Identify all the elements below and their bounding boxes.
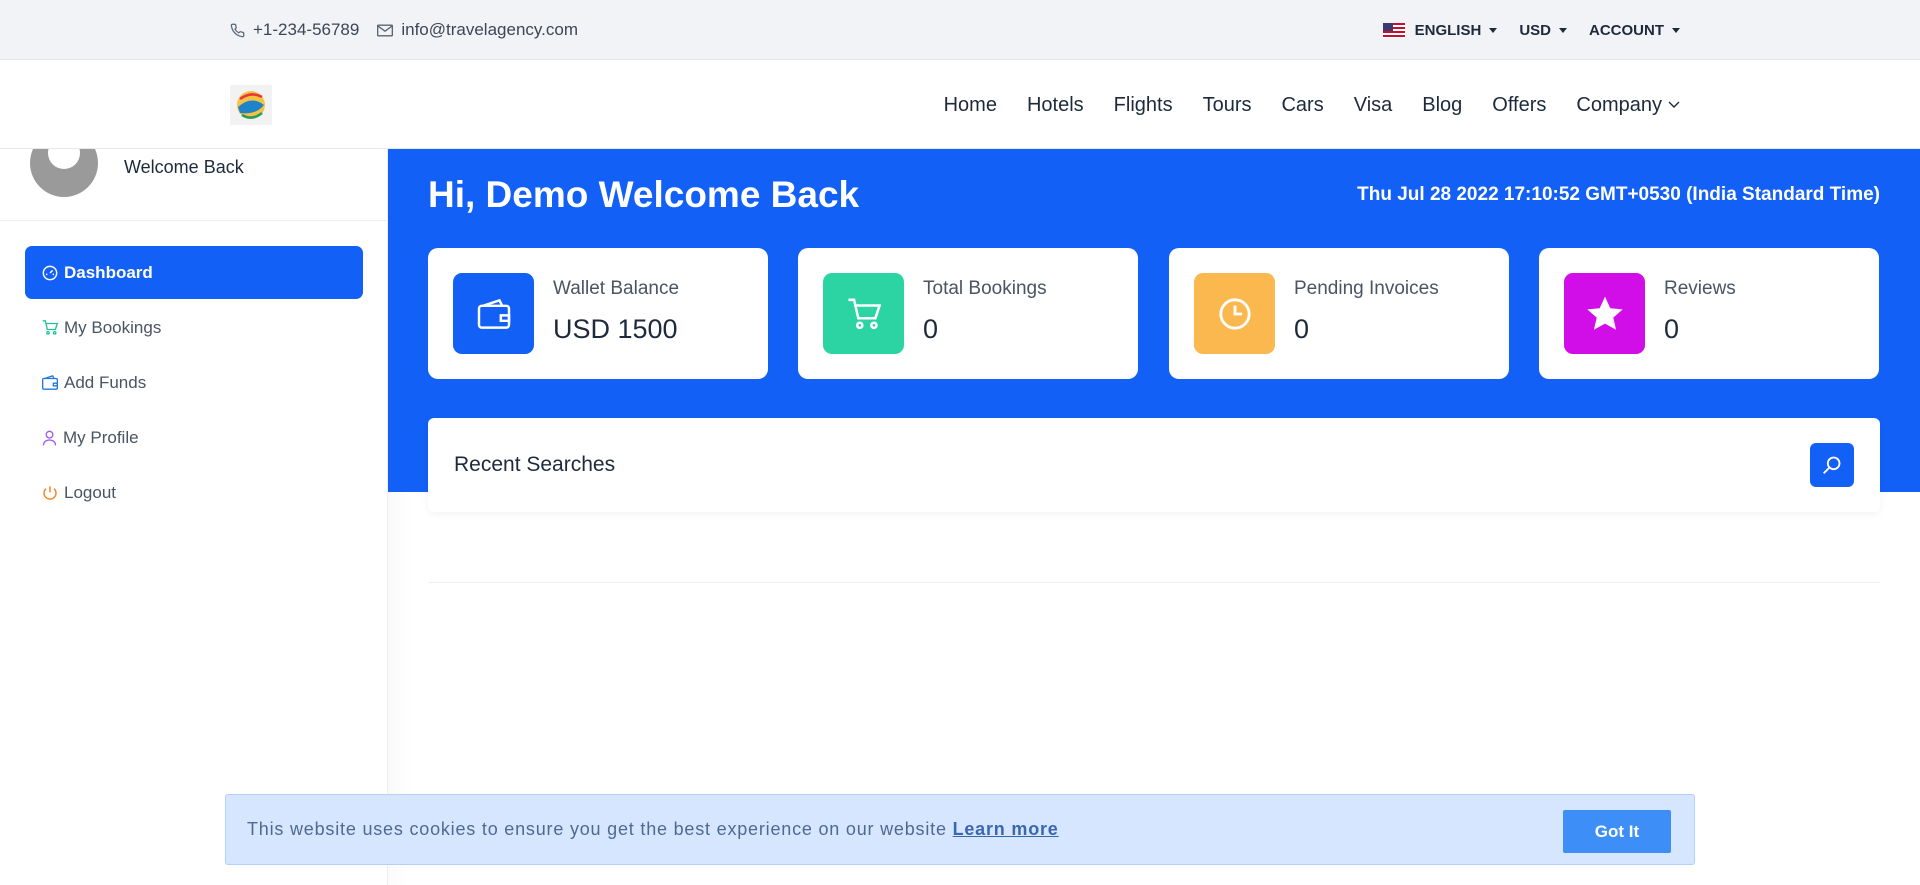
nav-offers[interactable]: Offers [1492, 94, 1546, 117]
sidebar-item-label: Logout [64, 482, 116, 502]
got-it-button[interactable]: Got It [1563, 810, 1671, 853]
caret-down-icon [1672, 27, 1680, 33]
cart-icon [42, 320, 58, 335]
sidebar-item-dashboard[interactable]: Dashboard [25, 246, 363, 299]
stat-value: 0 [923, 314, 939, 344]
sidebar-item-my-bookings[interactable]: My Bookings [25, 301, 363, 354]
top-right-menu: ENGLISH USD ACCOUNT [1361, 0, 1680, 60]
nav-company-label: Company [1576, 93, 1662, 116]
logo-icon [230, 85, 272, 125]
phone-contact[interactable]: +1-234-56789 [230, 20, 359, 40]
email-address: info@travelagency.com [401, 20, 578, 39]
language-dropdown[interactable]: ENGLISH [1382, 21, 1498, 39]
wallet-icon [42, 375, 58, 390]
nav-blog[interactable]: Blog [1422, 94, 1462, 117]
nav-hotels[interactable]: Hotels [1027, 94, 1084, 117]
sidebar-item-label: My Bookings [64, 317, 162, 337]
sidebar-item-label: My Profile [63, 427, 139, 447]
stat-card-pending-invoices[interactable]: Pending Invoices 0 [1169, 248, 1509, 379]
user-icon [42, 430, 57, 445]
account-dropdown[interactable]: ACCOUNT [1589, 22, 1680, 39]
nav-flights[interactable]: Flights [1114, 94, 1173, 117]
learn-more-link[interactable]: Learn more [953, 819, 1059, 839]
sidebar: Welcome Back Dashboard My Bookings Add F… [0, 129, 388, 885]
stat-value: USD 1500 [553, 314, 678, 344]
cookie-message: This website uses cookies to ensure you … [247, 819, 1059, 840]
sidebar-menu: Dashboard My Bookings Add Funds My Profi… [25, 246, 363, 521]
nav-visa[interactable]: Visa [1354, 94, 1393, 117]
recent-searches-title: Recent Searches [454, 453, 616, 476]
clock-icon [1194, 273, 1275, 354]
account-label: ACCOUNT [1589, 21, 1664, 39]
chevron-down-icon [1668, 101, 1680, 108]
cart-icon [823, 273, 904, 354]
star-icon [1564, 273, 1645, 354]
sidebar-item-add-funds[interactable]: Add Funds [25, 356, 363, 409]
email-contact[interactable]: info@travelagency.com [377, 20, 578, 40]
caret-down-icon [1559, 27, 1567, 33]
currency-dropdown[interactable]: USD [1519, 22, 1567, 39]
nav-company[interactable]: Company [1576, 94, 1680, 117]
content-divider [428, 582, 1880, 583]
us-flag-icon [1382, 22, 1405, 38]
cookie-text: This website uses cookies to ensure you … [247, 819, 947, 839]
speedometer-icon [42, 265, 58, 280]
nav-tours[interactable]: Tours [1203, 94, 1252, 117]
currency-label: USD [1519, 21, 1551, 39]
sidebar-item-label: Add Funds [64, 372, 147, 392]
welcome-text: Welcome Back [124, 157, 244, 177]
phone-number: +1-234-56789 [253, 20, 360, 39]
sidebar-item-logout[interactable]: Logout [25, 466, 363, 519]
stat-label: Wallet Balance [553, 278, 680, 299]
nav-home[interactable]: Home [944, 94, 997, 117]
stat-label: Total Bookings [923, 278, 1047, 299]
contact-info: +1-234-56789 info@travelagency.com [230, 0, 596, 60]
stat-label: Pending Invoices [1294, 278, 1439, 299]
search-icon [1823, 456, 1841, 474]
site-logo[interactable] [230, 85, 272, 125]
search-button[interactable] [1810, 443, 1854, 487]
stat-card-reviews[interactable]: Reviews 0 [1539, 248, 1879, 379]
nav-cars[interactable]: Cars [1281, 94, 1323, 117]
caret-down-icon [1489, 27, 1498, 33]
stat-value: 0 [1664, 314, 1680, 344]
stat-card-total-bookings[interactable]: Total Bookings 0 [798, 248, 1138, 379]
wallet-icon [453, 273, 534, 354]
sidebar-divider [0, 220, 388, 221]
mail-icon [377, 24, 394, 36]
cookie-banner: This website uses cookies to ensure you … [225, 794, 1695, 865]
sidebar-item-label: Dashboard [64, 262, 153, 282]
stat-label: Reviews [1664, 278, 1736, 299]
recent-searches-panel: Recent Searches [428, 418, 1880, 512]
top-bar: +1-234-56789 info@travelagency.com ENGLI… [0, 0, 1920, 60]
main-nav: Home Hotels Flights Tours Cars Visa Blog… [914, 61, 1680, 149]
page-title: Hi, Demo Welcome Back [428, 174, 860, 215]
stat-value: 0 [1294, 314, 1310, 344]
sidebar-item-my-profile[interactable]: My Profile [25, 411, 363, 464]
phone-icon [230, 23, 245, 37]
main-header: Home Hotels Flights Tours Cars Visa Blog… [0, 61, 1920, 149]
stat-card-wallet-balance[interactable]: Wallet Balance USD 1500 [428, 248, 768, 379]
language-label: ENGLISH [1414, 21, 1482, 39]
current-datetime: Thu Jul 28 2022 17:10:52 GMT+0530 (India… [1357, 184, 1880, 205]
power-icon [43, 485, 57, 500]
